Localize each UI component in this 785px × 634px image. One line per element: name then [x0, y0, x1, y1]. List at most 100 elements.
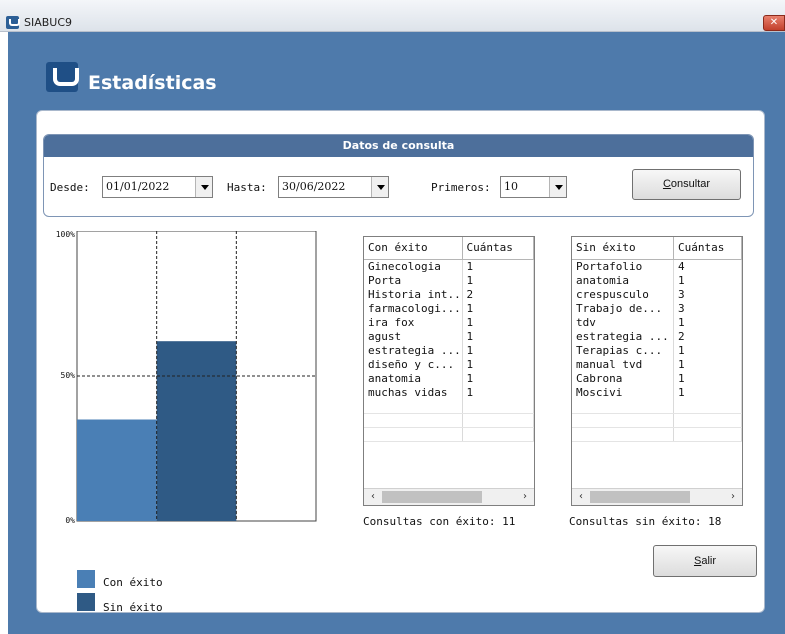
salir-button[interactable]: Salir — [653, 545, 757, 577]
table-row[interactable]: Portafolio 4 — [572, 259, 742, 274]
chevron-down-icon[interactable] — [549, 177, 566, 197]
primeros-label: Primeros: — [431, 181, 491, 194]
y-tick-label: 50% — [61, 371, 76, 380]
scroll-thumb[interactable] — [382, 491, 482, 503]
table-row[interactable]: Porta 1 — [364, 273, 534, 288]
consultar-button[interactable]: Consultar — [632, 169, 741, 200]
y-tick-label: 100% — [56, 231, 75, 239]
row-count-cell: 1 — [673, 371, 742, 386]
desde-value: 01/01/2022 — [106, 180, 170, 193]
fail-horizontal-scrollbar[interactable]: ‹ › — [572, 488, 742, 505]
empty-cell — [572, 399, 674, 414]
column-header-sin-exito[interactable]: Sin éxito — [572, 237, 674, 260]
empty-cell — [364, 399, 463, 414]
chevron-down-icon[interactable] — [371, 177, 388, 197]
table-row[interactable]: agust 1 — [364, 329, 534, 344]
table-row[interactable]: estrategia ... 2 — [572, 329, 742, 344]
row-count-cell: 2 — [673, 329, 742, 344]
siabuc-logo-icon — [46, 62, 79, 92]
row-count-cell: 1 — [462, 259, 534, 274]
table-row[interactable]: Ginecologia 1 — [364, 259, 534, 274]
row-count-cell: 4 — [673, 259, 742, 274]
table-row[interactable]: farmacologi... 1 — [364, 301, 534, 316]
row-term-cell: ira fox — [364, 315, 463, 330]
row-term-cell: muchas vidas — [364, 385, 463, 400]
column-header-cuantas[interactable]: Cuántas — [673, 237, 742, 260]
table-row[interactable]: crespusculo 3 — [572, 287, 742, 302]
legend-label-sin-exito: Sin éxito — [103, 601, 163, 614]
scroll-right-icon[interactable]: › — [517, 490, 533, 504]
row-term-cell: farmacologi... — [364, 301, 463, 316]
table-row[interactable]: Terapias c... 1 — [572, 343, 742, 358]
consultar-mnemonic: C — [662, 178, 671, 190]
success-summary: Consultas con éxito: 11 — [363, 515, 516, 528]
table-row[interactable]: Trabajo de... 3 — [572, 301, 742, 316]
scroll-left-icon[interactable]: ‹ — [573, 490, 589, 504]
statistics-panel: Datos de consulta Desde: 01/01/2022 Hast… — [36, 110, 765, 614]
success-table[interactable]: Con éxito Cuántas Ginecologia 1 Porta 1 Hist… — [363, 236, 535, 506]
hasta-date-picker[interactable]: 30/06/2022 — [278, 176, 389, 198]
primeros-select[interactable]: 10 — [500, 176, 567, 198]
fail-table[interactable]: Sin éxito Cuántas Portafolio 4 anatomia 1 cr… — [571, 236, 743, 506]
row-term-cell: Ginecologia — [364, 259, 463, 274]
client-area: Estadísticas Datos de consulta Desde: 01… — [8, 32, 785, 634]
table-header-row: Sin éxito Cuántas — [572, 237, 742, 260]
bar-1 — [156, 341, 237, 521]
row-term-cell: Terapias c... — [572, 343, 674, 358]
empty-row — [572, 413, 742, 428]
salir-label: alir — [701, 555, 716, 567]
row-count-cell: 1 — [462, 329, 534, 344]
row-count-cell: 1 — [673, 273, 742, 288]
close-button[interactable]: ✕ — [763, 15, 785, 31]
row-term-cell: Trabajo de... — [572, 301, 674, 316]
row-count-cell: 1 — [673, 357, 742, 372]
legend-label-con-exito: Con éxito — [103, 576, 163, 589]
table-row[interactable]: Moscivi 1 — [572, 385, 742, 400]
success-horizontal-scrollbar[interactable]: ‹ › — [364, 488, 534, 505]
empty-cell — [673, 413, 742, 428]
row-term-cell: Historia int... — [364, 287, 463, 302]
title-bar: SIABUC9 ✕ — [0, 0, 785, 32]
row-term-cell: Portafolio — [572, 259, 674, 274]
column-header-con-exito[interactable]: Con éxito — [364, 237, 463, 260]
query-form: Desde: 01/01/2022 Hasta: 30/06/2022 Prim… — [44, 157, 753, 216]
row-count-cell: 1 — [462, 371, 534, 386]
table-header-row: Con éxito Cuántas — [364, 237, 534, 260]
table-row[interactable]: Historia int... 2 — [364, 287, 534, 302]
table-row[interactable]: Cabrona 1 — [572, 371, 742, 386]
empty-cell — [462, 399, 534, 414]
table-row[interactable]: tdv 1 — [572, 315, 742, 330]
table-row[interactable]: muchas vidas 1 — [364, 385, 534, 400]
empty-cell — [364, 413, 463, 428]
row-term-cell: Moscivi — [572, 385, 674, 400]
row-term-cell: anatomia — [364, 371, 463, 386]
table-row[interactable]: estrategia ... 1 — [364, 343, 534, 358]
scroll-thumb[interactable] — [590, 491, 690, 503]
row-count-cell: 1 — [462, 273, 534, 288]
row-term-cell: Cabrona — [572, 371, 674, 386]
scroll-left-icon[interactable]: ‹ — [365, 490, 381, 504]
chevron-down-icon[interactable] — [195, 177, 212, 197]
consultar-label: onsultar — [670, 178, 711, 190]
row-count-cell: 2 — [462, 287, 534, 302]
row-count-cell: 1 — [673, 385, 742, 400]
scroll-right-icon[interactable]: › — [725, 490, 741, 504]
hasta-label: Hasta: — [227, 181, 267, 194]
empty-row — [364, 427, 534, 442]
table-row[interactable]: manual tvd 1 — [572, 357, 742, 372]
table-row[interactable]: diseño y c... 1 — [364, 357, 534, 372]
primeros-value: 10 — [504, 180, 518, 193]
row-count-cell: 1 — [673, 343, 742, 358]
row-count-cell: 1 — [673, 315, 742, 330]
row-count-cell: 1 — [462, 343, 534, 358]
column-header-cuantas[interactable]: Cuántas — [462, 237, 534, 260]
desde-date-picker[interactable]: 01/01/2022 — [102, 176, 213, 198]
row-count-cell: 1 — [462, 385, 534, 400]
table-row[interactable]: anatomia 1 — [572, 273, 742, 288]
y-tick-label: 0% — [65, 516, 75, 525]
row-term-cell: diseño y c... — [364, 357, 463, 372]
empty-cell — [364, 427, 463, 442]
empty-row — [572, 399, 742, 414]
table-row[interactable]: anatomia 1 — [364, 371, 534, 386]
table-row[interactable]: ira fox 1 — [364, 315, 534, 330]
